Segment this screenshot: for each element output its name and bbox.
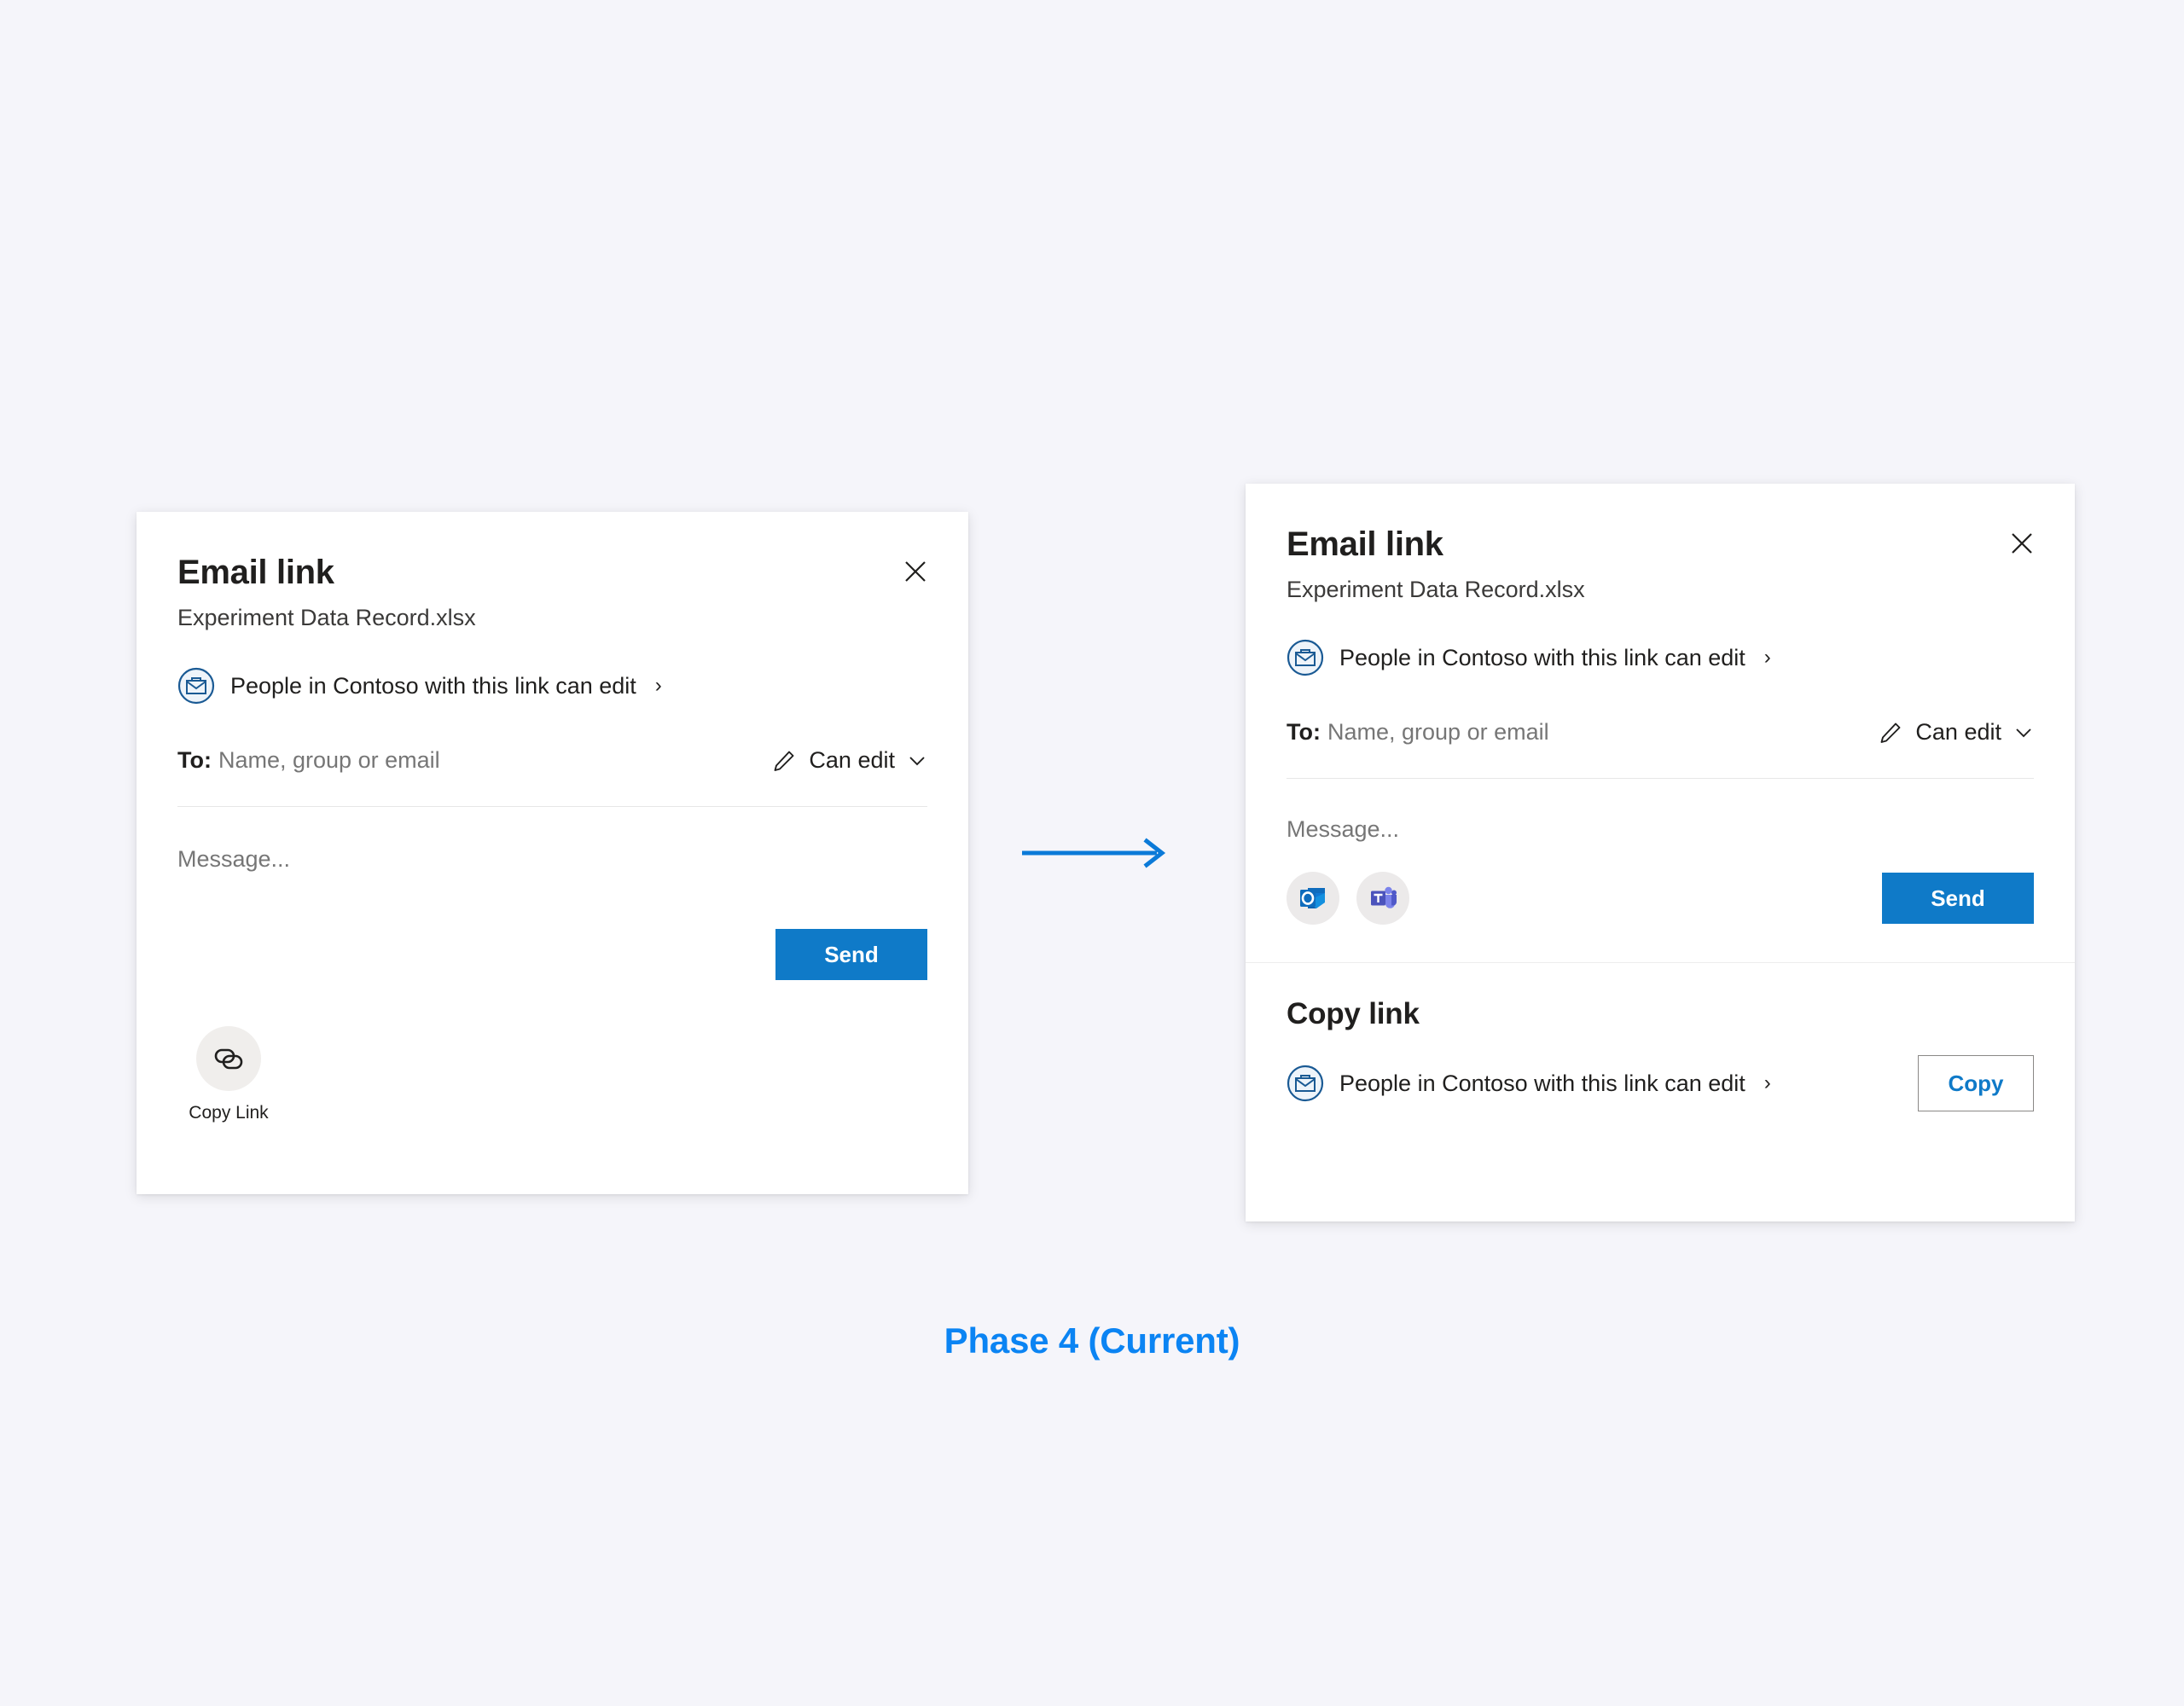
page-title: Email link (1287, 525, 1443, 563)
app-shortcuts (1287, 872, 1409, 926)
chevron-down-icon (2016, 728, 2031, 738)
message-placeholder: Message... (177, 846, 291, 873)
send-row: Send (136, 929, 968, 981)
close-button[interactable] (2003, 525, 2041, 562)
file-name: Experiment Data Record.xlsx (177, 605, 476, 630)
copy-link-row: People in Contoso with this link can edi… (1287, 1055, 2034, 1112)
to-row: To: Name, group or email Can edit (1246, 719, 2075, 746)
copy-link-tile[interactable]: Copy Link (136, 1026, 968, 1123)
email-link-dialog-after: Email link Experiment Data Record.xlsx P… (1246, 484, 2075, 1221)
chevron-down-icon (909, 757, 925, 766)
send-button[interactable]: Send (775, 929, 927, 981)
actions-row: Send (1246, 872, 2075, 926)
to-divider-wrap (1246, 778, 2075, 780)
message-field[interactable]: Message... (1246, 816, 2075, 843)
file-name: Experiment Data Record.xlsx (1287, 577, 1585, 602)
close-icon (2012, 533, 2032, 554)
briefcase-icon (177, 668, 215, 705)
copy-link-heading: Copy link (1287, 997, 1420, 1031)
teams-shortcut[interactable] (1356, 872, 1409, 926)
outlook-icon (1300, 888, 1325, 909)
page-title: Email link (177, 554, 334, 591)
copy-link-label: Copy Link (189, 1103, 269, 1123)
chevron-right-icon: › (1763, 646, 1771, 670)
message-placeholder: Message... (1287, 816, 1400, 843)
to-divider (1287, 778, 2034, 780)
audience-label: People in Contoso with this link can edi… (230, 672, 636, 699)
teams-icon (1371, 887, 1397, 909)
copy-audience-row[interactable]: People in Contoso with this link can edi… (1287, 1065, 1771, 1102)
to-divider-wrap (136, 806, 968, 808)
to-divider (177, 806, 927, 808)
email-link-dialog-before: Email link Experiment Data Record.xlsx P… (136, 512, 968, 1194)
chevron-right-icon: › (654, 674, 662, 698)
briefcase-icon (1287, 640, 1324, 676)
section-divider (1246, 962, 2075, 964)
copy-button[interactable]: Copy (1918, 1055, 2034, 1112)
to-label: To: (1287, 719, 1321, 746)
close-button[interactable] (897, 553, 934, 590)
briefcase-icon (1287, 1065, 1324, 1102)
flow-arrow-icon (1022, 838, 1166, 868)
audience-label: People in Contoso with this link can edi… (1339, 644, 1745, 670)
message-field[interactable]: Message... (136, 846, 968, 873)
send-button[interactable]: Send (1882, 873, 2034, 925)
permission-value: Can edit (809, 747, 895, 774)
to-row: To: Name, group or email Can edit (136, 747, 968, 774)
chain-link-icon (214, 1049, 243, 1070)
dialog-header: Email link Experiment Data Record.xlsx (1246, 484, 2075, 603)
permission-dropdown[interactable]: Can edit (1878, 719, 2034, 746)
phase-caption: Phase 4 (Current) (944, 1320, 1240, 1361)
recipients-input[interactable]: Name, group or email (1327, 719, 1549, 746)
copy-link-circle (196, 1026, 261, 1092)
copy-audience-label: People in Contoso with this link can edi… (1339, 1070, 1745, 1096)
outlook-shortcut[interactable] (1287, 872, 1339, 926)
pencil-icon (774, 751, 794, 771)
pencil-icon (1880, 722, 1901, 743)
permission-value: Can edit (1915, 719, 2001, 746)
audience-row[interactable]: People in Contoso with this link can edi… (1246, 639, 2075, 676)
recipients-input[interactable]: Name, group or email (218, 747, 440, 774)
to-label: To: (177, 747, 212, 774)
copy-link-section: Copy link People in Contoso with this li… (1246, 997, 2075, 1112)
dialog-header: Email link Experiment Data Record.xlsx (136, 512, 968, 631)
chevron-right-icon: › (1763, 1071, 1771, 1095)
close-icon (905, 561, 926, 582)
permission-dropdown[interactable]: Can edit (771, 747, 927, 774)
audience-row[interactable]: People in Contoso with this link can edi… (136, 667, 968, 705)
